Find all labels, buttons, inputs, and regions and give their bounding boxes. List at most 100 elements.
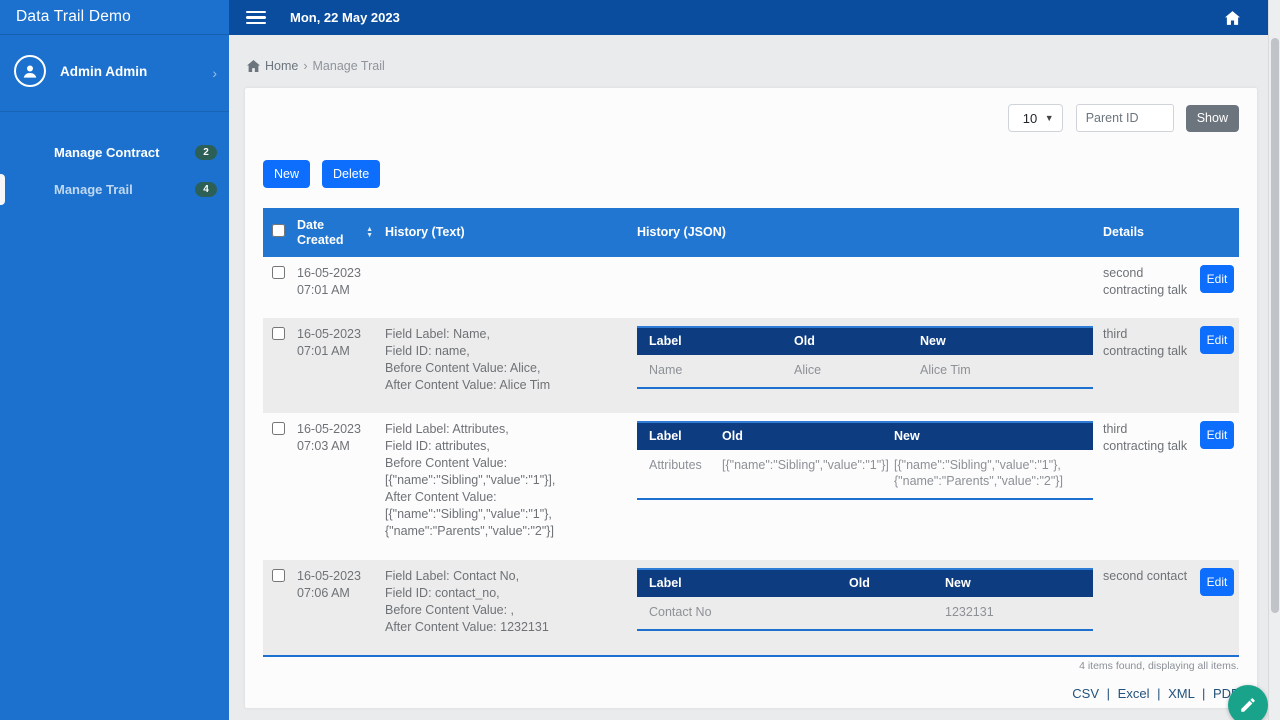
export-xml-link[interactable]: XML (1168, 686, 1194, 701)
table-row: 16-05-2023 07:01 AM second contracting t… (263, 257, 1239, 318)
show-button[interactable]: Show (1186, 105, 1239, 132)
json-col-old: Old (837, 570, 933, 597)
export-separator: | (1202, 686, 1205, 701)
breadcrumb-home[interactable]: Home (247, 59, 298, 73)
sidebar-menu: Manage Contract 2 Manage Trail 4 (0, 134, 229, 208)
json-old-value (837, 597, 933, 629)
table-row: 16-05-2023 07:03 AM Field Label: Attribu… (263, 413, 1239, 560)
sidebar: Data Trail Demo Admin Admin › Manage Con… (0, 0, 229, 720)
history-json-cell: Label Old New Contact No 1232131 (637, 560, 1103, 655)
json-old-value: Alice (782, 355, 908, 387)
page-size-select[interactable]: 10 ▼ (1008, 104, 1063, 132)
table-row: 16-05-2023 07:06 AM Field Label: Contact… (263, 560, 1239, 655)
export-separator: | (1107, 686, 1110, 701)
sidebar-user[interactable]: Admin Admin › (0, 35, 229, 112)
home-icon (247, 60, 260, 72)
col-header-history-json: History (JSON) (637, 219, 1103, 246)
json-label-value: Attributes (637, 450, 710, 498)
chevron-down-icon: ▼ (1045, 113, 1054, 123)
row-checkbox[interactable] (272, 422, 285, 435)
json-col-old: Old (782, 328, 908, 355)
json-new-value: Alice Tim (908, 355, 1093, 387)
main-panel: 10 ▼ Show New Delete Date Created ▲▼ (245, 88, 1257, 708)
results-summary: 4 items found, displaying all items. (263, 660, 1239, 672)
edit-button[interactable]: Edit (1200, 326, 1234, 354)
table-body: 16-05-2023 07:01 AM second contracting t… (263, 257, 1239, 657)
sidebar-item-label: Manage Trail (54, 182, 133, 197)
topbar-date: Mon, 22 May 2023 (290, 10, 400, 25)
json-col-new: New (882, 423, 1093, 450)
select-all-checkbox[interactable] (272, 224, 285, 237)
sort-icon[interactable]: ▲▼ (366, 227, 373, 239)
table-controls: 10 ▼ Show (1008, 104, 1239, 132)
chevron-right-icon[interactable]: › (212, 65, 217, 81)
json-col-label: Label (637, 570, 837, 597)
count-badge: 4 (195, 182, 217, 197)
vertical-scrollbar[interactable] (1268, 0, 1280, 720)
delete-button[interactable]: Delete (322, 160, 380, 188)
history-text-cell: Field Label: Attributes, Field ID: attri… (385, 413, 637, 560)
new-button[interactable]: New (263, 160, 310, 188)
export-csv-link[interactable]: CSV (1072, 686, 1099, 701)
history-text-cell: Field Label: Name, Field ID: name, Befor… (385, 318, 637, 413)
json-label-value: Contact No (637, 597, 837, 629)
row-checkbox[interactable] (272, 327, 285, 340)
history-json-cell: Label Old New Name Alice Alice Tim (637, 318, 1103, 413)
content-area: Home › Manage Trail 10 ▼ Show New Delete (229, 35, 1280, 720)
breadcrumb: Home › Manage Trail (247, 59, 385, 73)
date-created-cell: 16-05-2023 07:01 AM (297, 318, 385, 413)
topbar: Mon, 22 May 2023 (229, 0, 1280, 35)
date-created-cell: 16-05-2023 07:03 AM (297, 413, 385, 560)
parent-id-input[interactable] (1076, 104, 1174, 132)
json-label-value: Name (637, 355, 782, 387)
table-header-row: Date Created ▲▼ History (Text) History (… (263, 208, 1239, 257)
table-row: 16-05-2023 07:01 AM Field Label: Name, F… (263, 318, 1239, 413)
menu-toggle-icon[interactable] (246, 8, 266, 28)
details-cell: second contact (1103, 560, 1200, 655)
breadcrumb-current: Manage Trail (313, 59, 385, 73)
json-diff-table: Label Old New Attributes [{"name":"Sibli… (637, 421, 1093, 500)
fab-edit-button[interactable] (1228, 685, 1268, 720)
history-json-cell (637, 257, 1103, 318)
scrollbar-thumb[interactable] (1271, 38, 1279, 613)
breadcrumb-separator: › (303, 59, 307, 73)
json-old-value: [{"name":"Sibling","value":"1"}] (710, 450, 882, 498)
sidebar-item-manage-contract[interactable]: Manage Contract 2 (0, 134, 229, 171)
row-checkbox[interactable] (272, 266, 285, 279)
date-created-cell: 16-05-2023 07:01 AM (297, 257, 385, 318)
trail-table: Date Created ▲▼ History (Text) History (… (263, 208, 1239, 701)
row-checkbox[interactable] (272, 569, 285, 582)
active-indicator (0, 174, 5, 205)
edit-button[interactable]: Edit (1200, 265, 1234, 293)
json-col-label: Label (637, 328, 782, 355)
json-diff-table: Label Old New Contact No 1232131 (637, 568, 1093, 631)
details-cell: third contracting talk (1103, 413, 1200, 560)
details-cell: second contracting talk (1103, 257, 1200, 318)
json-new-value: 1232131 (933, 597, 1093, 629)
export-excel-link[interactable]: Excel (1118, 686, 1150, 701)
json-col-old: Old (710, 423, 882, 450)
page: Data Trail Demo Admin Admin › Manage Con… (0, 0, 1280, 720)
json-col-new: New (933, 570, 1093, 597)
export-separator: | (1157, 686, 1160, 701)
details-cell: third contracting talk (1103, 318, 1200, 413)
user-name: Admin Admin (60, 64, 147, 79)
toolbar: New Delete (263, 160, 380, 188)
date-created-cell: 16-05-2023 07:06 AM (297, 560, 385, 655)
export-links: CSV | Excel | XML | PDF (263, 686, 1239, 701)
sidebar-item-manage-trail[interactable]: Manage Trail 4 (0, 171, 229, 208)
json-new-value: [{"name":"Sibling","value":"1"}, {"name"… (882, 450, 1093, 498)
json-col-new: New (908, 328, 1093, 355)
edit-button[interactable]: Edit (1200, 421, 1234, 449)
edit-button[interactable]: Edit (1200, 568, 1234, 596)
history-json-cell: Label Old New Attributes [{"name":"Sibli… (637, 413, 1103, 560)
json-diff-table: Label Old New Name Alice Alice Tim (637, 326, 1093, 389)
history-text-cell (385, 257, 637, 318)
col-header-date: Date Created (297, 218, 356, 248)
pencil-icon (1239, 696, 1257, 714)
home-icon[interactable] (1225, 11, 1240, 25)
col-header-actions (1200, 227, 1239, 239)
user-avatar-icon (14, 55, 46, 87)
count-badge: 2 (195, 145, 217, 160)
sidebar-item-label: Manage Contract (54, 145, 159, 160)
